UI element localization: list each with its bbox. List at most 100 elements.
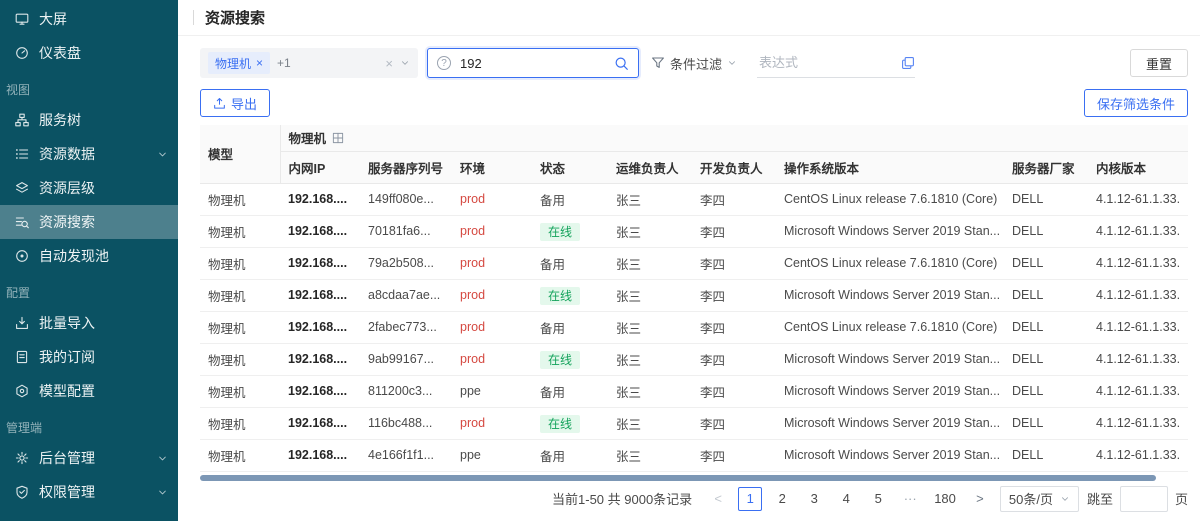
cell-ip: 192.168....	[280, 279, 360, 311]
cell-ops_owner: 张三	[608, 375, 692, 407]
table-row[interactable]: 物理机192.168....70181fa6...prod在线张三李四Micro…	[200, 215, 1188, 247]
pagination-page-4[interactable]: 4	[834, 487, 858, 511]
cell-model: 物理机	[200, 215, 280, 247]
pagination-page-5[interactable]: 5	[866, 487, 890, 511]
page-jump-input[interactable]	[1120, 486, 1168, 512]
horizontal-scrollbar-thumb[interactable]	[200, 475, 1156, 481]
cell-status: 在线	[532, 407, 608, 439]
cell-os: CentOS Linux release 7.6.1810 (Core)	[776, 183, 1004, 215]
table-row[interactable]: 物理机192.168....a8cdaa7ae...prod在线张三李四Micr…	[200, 279, 1188, 311]
search-icon[interactable]	[614, 56, 629, 71]
cell-dev_owner: 李四	[692, 279, 776, 311]
admin-icon	[14, 450, 30, 466]
cell-os: Microsoft Windows Server 2019 Stan...	[776, 215, 1004, 247]
sidebar-item-batch-import[interactable]: 批量导入	[0, 306, 178, 340]
pagination-pages: 12345 ··· 180	[738, 487, 960, 511]
sidebar-item-resource-level[interactable]: 资源层级	[0, 171, 178, 205]
search-box: ?	[427, 48, 639, 78]
cell-status: 备用	[532, 247, 608, 279]
sidebar-item-big-screen[interactable]: 大屏	[0, 2, 178, 36]
funnel-icon	[651, 56, 665, 70]
save-filter-button[interactable]: 保存筛选条件	[1084, 89, 1188, 117]
table-row[interactable]: 物理机192.168....149ff080e...prod备用张三李四Cent…	[200, 183, 1188, 215]
sidebar-item-auto-discovery-pool[interactable]: 自动发现池	[0, 239, 178, 273]
cell-vendor: DELL	[1004, 183, 1088, 215]
table-row[interactable]: 物理机192.168....811200c3...ppe备用张三李四Micros…	[200, 375, 1188, 407]
column-header-kernel: 内核版本	[1088, 151, 1188, 183]
cell-ops_owner: 张三	[608, 215, 692, 247]
cell-ops_owner: 张三	[608, 343, 692, 375]
pagination-page-3[interactable]: 3	[802, 487, 826, 511]
pagination-ellipsis[interactable]: ···	[898, 487, 922, 511]
grid-icon[interactable]	[332, 132, 344, 144]
export-icon	[213, 97, 226, 110]
sidebar-item-dashboard[interactable]: 仪表盘	[0, 36, 178, 70]
sidebar-item-backend-admin[interactable]: 后台管理	[0, 441, 178, 475]
table-row[interactable]: 物理机192.168....79a2b508...prod备用张三李四CentO…	[200, 247, 1188, 279]
cell-serial: a8cdaa7ae...	[360, 279, 452, 311]
cell-env: ppe	[452, 375, 532, 407]
cell-vendor: DELL	[1004, 343, 1088, 375]
cell-serial: 79a2b508...	[360, 247, 452, 279]
sidebar-item-permission-admin[interactable]: 权限管理	[0, 475, 178, 509]
cell-dev_owner: 李四	[692, 311, 776, 343]
pagination-next-button[interactable]: >	[968, 487, 992, 511]
page-header: 资源搜索	[178, 0, 1200, 36]
pagination-summary: 当前1-50 共 9000条记录	[552, 489, 692, 508]
main-panel: 资源搜索 物理机 × +1 × ?	[178, 0, 1200, 521]
chevron-down-icon[interactable]	[400, 58, 410, 68]
column-header-ops_owner: 运维负责人	[608, 151, 692, 183]
sidebar-item-service-tree[interactable]: 服务树	[0, 103, 178, 137]
discover-icon	[14, 248, 30, 264]
table-row[interactable]: 物理机192.168....2fabec773...prod备用张三李四Cent…	[200, 311, 1188, 343]
pagination-page-2[interactable]: 2	[770, 487, 794, 511]
cell-status: 备用	[532, 375, 608, 407]
clear-select-icon[interactable]: ×	[385, 56, 393, 71]
expression-input[interactable]	[757, 54, 901, 71]
column-header-vendor: 服务器厂家	[1004, 151, 1088, 183]
table-row[interactable]: 物理机192.168....116bc488...prod在线张三李四Micro…	[200, 407, 1188, 439]
sidebar-item-label: 大屏	[39, 9, 168, 29]
pagination-page-180[interactable]: 180	[930, 487, 960, 511]
cell-os: Microsoft Windows Server 2019 Stan...	[776, 279, 1004, 311]
app-root: 大屏仪表盘视图服务树资源数据资源层级资源搜索自动发现池配置批量导入我的订阅模型配…	[0, 0, 1200, 521]
cell-dev_owner: 李四	[692, 247, 776, 279]
tag-close-icon[interactable]: ×	[256, 57, 263, 69]
chevron-down-icon	[156, 452, 168, 464]
cell-ops_owner: 张三	[608, 183, 692, 215]
chevron-down-icon	[156, 486, 168, 498]
pagination-page-1[interactable]: 1	[738, 487, 762, 511]
pagination-prev-button[interactable]: <	[706, 487, 730, 511]
sidebar-item-resource-search[interactable]: 资源搜索	[0, 205, 178, 239]
cell-dev_owner: 李四	[692, 343, 776, 375]
sidebar-item-model-config[interactable]: 模型配置	[0, 374, 178, 408]
page-size-select[interactable]: 50条/页	[1000, 486, 1079, 512]
screen-icon	[14, 11, 30, 27]
sidebar: 大屏仪表盘视图服务树资源数据资源层级资源搜索自动发现池配置批量导入我的订阅模型配…	[0, 0, 178, 521]
column-header-os: 操作系统版本	[776, 151, 1004, 183]
condition-filter-dropdown[interactable]: 条件过滤	[651, 54, 737, 73]
sidebar-item-label: 资源层级	[39, 178, 168, 198]
cell-model: 物理机	[200, 183, 280, 215]
sidebar-item-resource-data[interactable]: 资源数据	[0, 137, 178, 171]
reset-button[interactable]: 重置	[1130, 49, 1188, 77]
cell-ops_owner: 张三	[608, 439, 692, 471]
table-row[interactable]: 物理机192.168....4e166f1f1...ppe备用张三李四Micro…	[200, 439, 1188, 471]
cell-model: 物理机	[200, 407, 280, 439]
cell-model: 物理机	[200, 439, 280, 471]
page-jump: 跳至 页	[1087, 486, 1188, 512]
cell-vendor: DELL	[1004, 439, 1088, 471]
cell-os: CentOS Linux release 7.6.1810 (Core)	[776, 311, 1004, 343]
cell-env: prod	[452, 279, 532, 311]
table-row[interactable]: 物理机192.168....9ab99167...prod在线张三李四Micro…	[200, 343, 1188, 375]
model-select[interactable]: 物理机 × +1 ×	[200, 48, 418, 78]
cell-vendor: DELL	[1004, 311, 1088, 343]
cell-serial: 2fabec773...	[360, 311, 452, 343]
copy-icon[interactable]	[901, 56, 915, 70]
export-button[interactable]: 导出	[200, 89, 270, 117]
sidebar-item-my-subscription[interactable]: 我的订阅	[0, 340, 178, 374]
search-input[interactable]	[458, 55, 614, 72]
cell-ops_owner: 张三	[608, 407, 692, 439]
cell-env: ppe	[452, 439, 532, 471]
table-head: 模型 物理机 内网IP服务器序列号环境状态运维负责人开发负责人操作系统版本服务器…	[200, 125, 1188, 183]
